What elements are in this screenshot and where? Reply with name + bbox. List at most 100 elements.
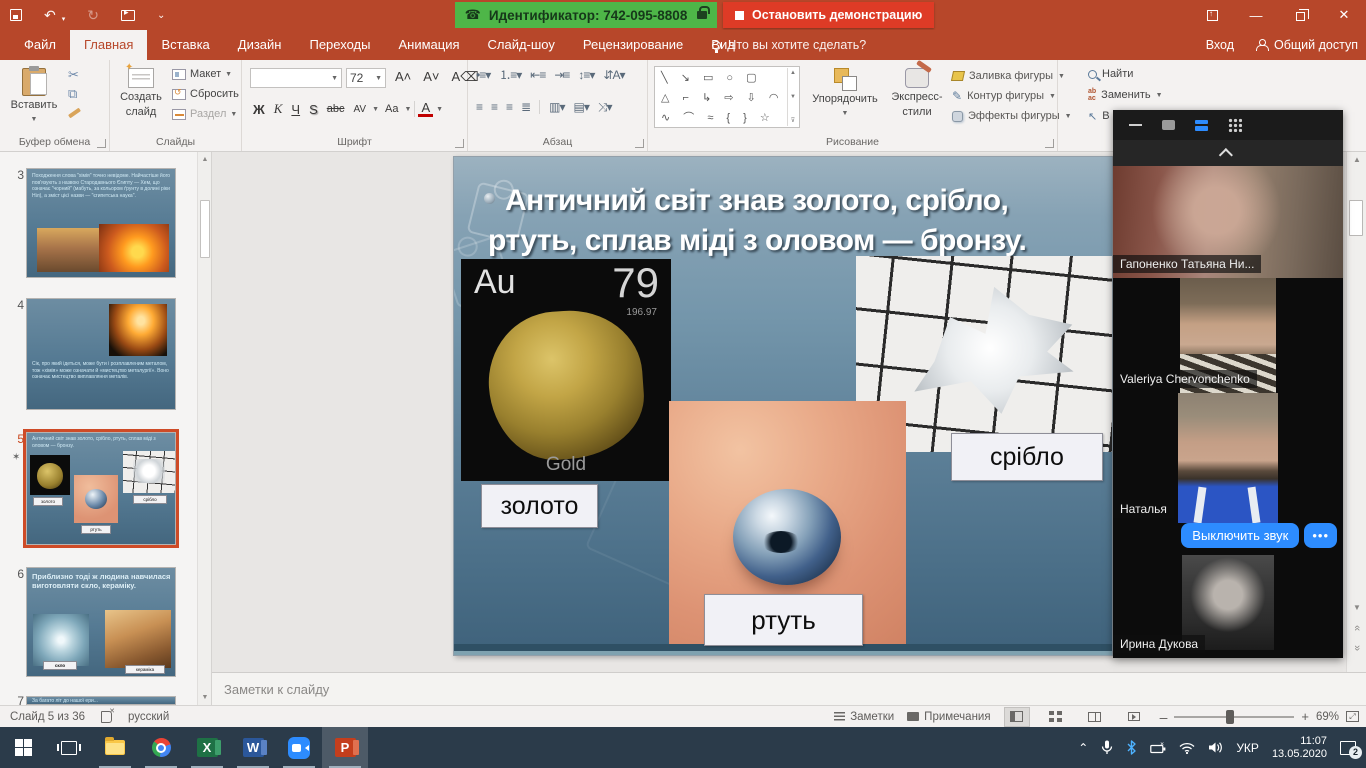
slide-thumbnail-6[interactable]: Приблизно тоді ж людина навчилася вигото…: [26, 567, 176, 677]
align-right-button[interactable]: ≡: [506, 100, 512, 114]
font-color-button[interactable]: А: [418, 101, 433, 117]
zoom-minimize-icon[interactable]: [1129, 124, 1142, 127]
zoom-app-button[interactable]: [276, 727, 322, 768]
strikethrough-button[interactable]: abc: [324, 102, 348, 116]
next-slide-button[interactable]: »: [1347, 640, 1366, 656]
share-button[interactable]: Общий доступ: [1256, 38, 1358, 52]
speaker-icon[interactable]: [1208, 741, 1223, 754]
scroll-down-icon[interactable]: ▼: [1347, 600, 1366, 616]
text-direction-button[interactable]: ⇵A▾: [603, 68, 624, 82]
tab-home[interactable]: Главная: [70, 30, 147, 60]
notes-toggle-button[interactable]: Заметки: [834, 711, 894, 723]
section-button[interactable]: Раздел ▼: [172, 106, 239, 122]
gallery-view-icon[interactable]: [1195, 120, 1208, 131]
spell-check-icon[interactable]: [101, 711, 112, 723]
slideshow-view-button[interactable]: [1121, 707, 1147, 727]
close-button[interactable]: ✕: [1322, 0, 1366, 30]
zoom-out-button[interactable]: –: [1160, 709, 1168, 725]
shapes-gallery-scrollbar[interactable]: ▲ ▼ ⊽: [787, 68, 798, 126]
find-button[interactable]: Найти: [1088, 66, 1163, 82]
decrease-indent-button[interactable]: ⇤≡: [530, 68, 545, 82]
tab-file[interactable]: Файл: [10, 30, 70, 60]
clock[interactable]: 11:07 13.05.2020: [1272, 735, 1327, 761]
slide-editing-area[interactable]: Античний світ знав золото, срібло, ртуть…: [453, 156, 1113, 656]
zoom-collapse-strip[interactable]: [1113, 140, 1343, 166]
line-spacing-button[interactable]: ↕≡▾: [578, 68, 594, 82]
text-shadow-button[interactable]: S: [306, 101, 321, 118]
font-name-combo[interactable]: ▼: [250, 68, 342, 88]
shapes-row-3[interactable]: ∿ ⌒ ≈ { } ☆: [661, 108, 785, 128]
reset-button[interactable]: Сбросить: [172, 86, 239, 102]
grow-font-icon[interactable]: A˄: [392, 68, 414, 86]
redo-icon[interactable]: ↻: [87, 7, 99, 24]
format-painter-icon[interactable]: [68, 108, 81, 119]
speaker-view-icon[interactable]: [1162, 120, 1175, 130]
ribbon-display-options-button[interactable]: [1190, 0, 1234, 30]
align-text-button[interactable]: ▤▾: [573, 100, 588, 114]
grid-view-icon[interactable]: [1228, 118, 1242, 132]
customize-qat-icon[interactable]: ⌄: [157, 10, 165, 21]
slide-thumbnail-3[interactable]: Походження слова "хімія" точно невідоме.…: [26, 168, 176, 278]
silver-label[interactable]: срібло: [951, 433, 1103, 481]
bold-button[interactable]: Ж: [250, 101, 268, 118]
slide-title[interactable]: Античний світ знав золото, срібло, ртуть…: [484, 181, 1099, 261]
fit-to-window-icon[interactable]: ⤢: [1346, 711, 1359, 722]
word-button[interactable]: W: [230, 727, 276, 768]
previous-slide-button[interactable]: «: [1347, 620, 1366, 636]
restore-button[interactable]: [1278, 0, 1322, 30]
columns-button[interactable]: ▥▾: [549, 100, 564, 114]
zoom-percentage[interactable]: 69%: [1316, 711, 1339, 723]
quick-styles-button[interactable]: Экспресс- стили: [886, 62, 948, 118]
layout-button[interactable]: Макет ▼: [172, 66, 239, 82]
tab-slideshow[interactable]: Слайд-шоу: [474, 30, 569, 60]
tab-transitions[interactable]: Переходы: [295, 30, 384, 60]
sign-in-button[interactable]: Вход: [1206, 38, 1234, 52]
slide-thumbnail-5[interactable]: Античний світ знав золото, срібло, ртуть…: [26, 432, 176, 545]
save-icon[interactable]: [10, 9, 22, 21]
undo-dropdown-icon[interactable]: ▾: [62, 15, 66, 23]
align-center-button[interactable]: ≡: [491, 100, 497, 114]
mercury-label[interactable]: ртуть: [704, 594, 863, 646]
thumb-scroll-thumb[interactable]: [200, 200, 210, 258]
bullets-button[interactable]: •≡▾: [476, 68, 490, 82]
change-case-button[interactable]: Aa: [382, 102, 401, 116]
character-spacing-button[interactable]: AV: [350, 103, 369, 116]
zoom-slider-thumb[interactable]: [1226, 710, 1234, 724]
wifi-icon[interactable]: [1179, 742, 1195, 754]
start-slideshow-icon[interactable]: [121, 10, 135, 21]
battery-icon[interactable]: ✕: [1150, 742, 1166, 754]
tray-expand-icon[interactable]: ⌃: [1078, 741, 1088, 755]
shapes-more-icon[interactable]: ⊽: [791, 117, 795, 124]
participant-tile-3[interactable]: Наталья: [1113, 393, 1343, 523]
thumb-scroll-down-icon[interactable]: ▼: [198, 690, 212, 705]
language-switcher[interactable]: УКР: [1236, 741, 1259, 755]
shrink-font-icon[interactable]: A˅: [420, 68, 442, 86]
participant-tile-1[interactable]: Гапоненко Татьяна Ни...: [1113, 166, 1343, 278]
font-dialog-launcher[interactable]: [455, 139, 464, 148]
clipboard-dialog-launcher[interactable]: [97, 139, 106, 148]
microphone-icon[interactable]: [1101, 740, 1113, 755]
increase-indent-button[interactable]: ⇥≡: [554, 68, 569, 82]
smartart-button[interactable]: ⤨▾: [598, 100, 612, 114]
shape-effects-button[interactable]: Эффекты фигуры ▼: [952, 108, 1072, 124]
shapes-scroll-down-icon[interactable]: ▼: [790, 94, 796, 100]
shapes-scroll-up-icon[interactable]: ▲: [790, 70, 796, 76]
start-button[interactable]: [0, 727, 46, 768]
new-slide-button[interactable]: Создать слайд: [114, 62, 168, 118]
tell-me-box[interactable]: Что вы хотите сделать?: [712, 30, 866, 60]
file-explorer-button[interactable]: [92, 727, 138, 768]
align-left-button[interactable]: ≡: [476, 100, 482, 114]
paragraph-dialog-launcher[interactable]: [635, 139, 644, 148]
cut-icon[interactable]: ✂: [68, 68, 81, 82]
shapes-row-1[interactable]: ╲ ↘ ▭ ○ ▢: [661, 68, 785, 88]
reading-view-button[interactable]: [1082, 707, 1108, 727]
italic-button[interactable]: К: [271, 100, 286, 118]
gold-label[interactable]: золото: [481, 484, 598, 528]
gold-element-image[interactable]: Au 79 196.97 Gold: [461, 259, 671, 481]
shapes-row-2[interactable]: △ ⌐ ↳ ⇨ ⇩ ◠: [661, 88, 785, 108]
shape-fill-button[interactable]: Заливка фигуры ▼: [952, 68, 1072, 84]
task-view-button[interactable]: [46, 727, 92, 768]
slide-sorter-view-button[interactable]: [1043, 707, 1069, 727]
scroll-up-icon[interactable]: ▲: [1347, 152, 1366, 168]
powerpoint-button[interactable]: P: [322, 727, 368, 768]
